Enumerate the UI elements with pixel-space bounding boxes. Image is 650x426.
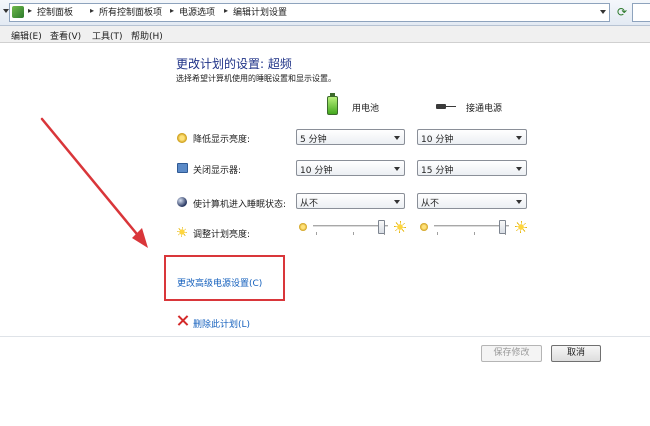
annotation-arrow [40, 117, 148, 248]
annotation-arrow-line [40, 117, 143, 241]
